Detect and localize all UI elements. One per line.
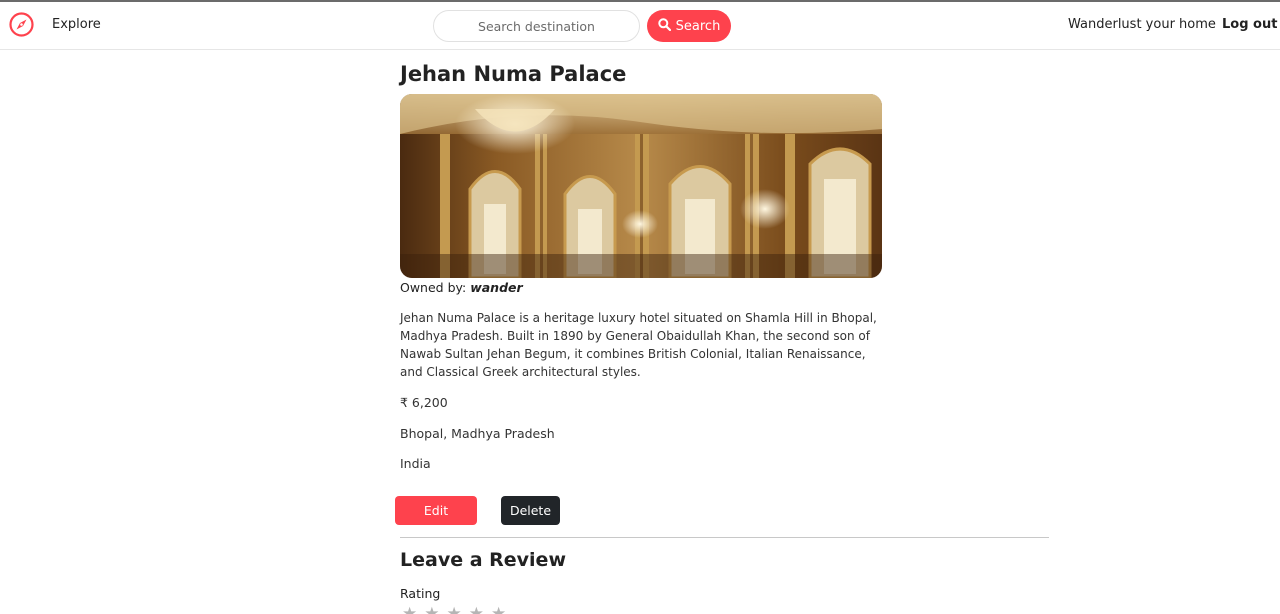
nav-explore-link[interactable]: Explore [52,17,101,32]
search-input[interactable] [433,10,640,42]
listing-price: ₹ 6,200 [400,395,448,410]
listing-image [400,94,882,278]
listing-location: Bhopal, Madhya Pradesh [400,426,555,441]
star-icon[interactable]: ★ [402,604,417,614]
compass-icon[interactable] [9,12,34,37]
owned-by-label: Owned by: [400,280,471,295]
rating-label: Rating [400,586,441,601]
nav-home-link[interactable]: Wanderlust your home [1068,17,1216,32]
search-button[interactable]: Search [647,10,731,42]
search-icon [657,17,671,35]
owner-line: Owned by: wander [400,280,523,295]
listing-title: Jehan Numa Palace [400,62,627,86]
star-icon[interactable]: ★ [491,604,506,614]
review-heading: Leave a Review [400,549,566,571]
star-icon[interactable]: ★ [424,604,439,614]
owner-name: wander [470,280,523,295]
star-rating: ★ ★ ★ ★ ★ [402,604,506,614]
delete-button[interactable]: Delete [501,496,560,525]
section-divider [400,537,1049,538]
listing-description: Jehan Numa Palace is a heritage luxury h… [400,311,877,379]
star-icon[interactable]: ★ [469,604,484,614]
edit-button[interactable]: Edit [395,496,477,525]
star-icon[interactable]: ★ [447,604,462,614]
navbar: Explore Search Wanderlust your home Log … [0,2,1280,50]
listing-country: India [400,456,431,471]
logout-link[interactable]: Log out [1222,17,1277,32]
search-button-label: Search [675,18,721,34]
